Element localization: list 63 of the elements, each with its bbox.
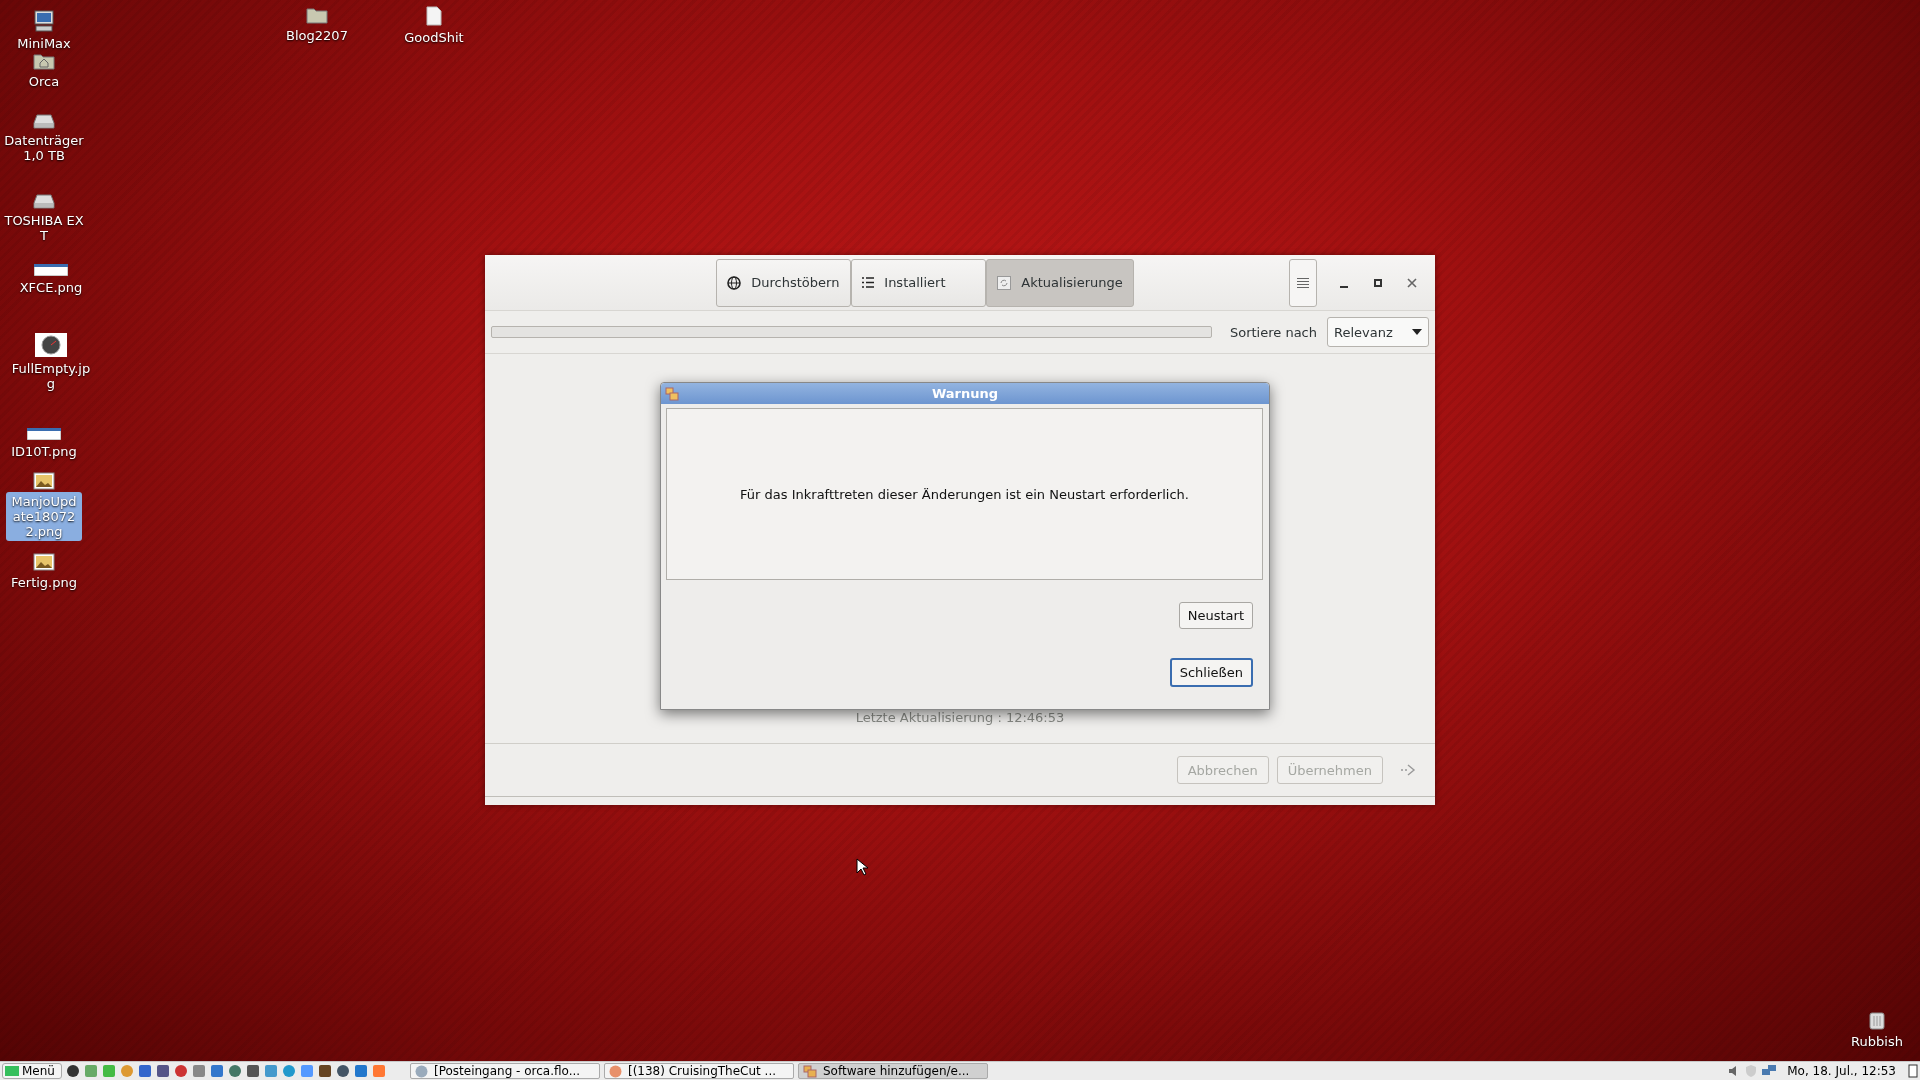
- taskbar-task[interactable]: Software hinzufügen/e...: [797, 1063, 988, 1079]
- last-update-text: Letzte Aktualisierung : 12:46:53: [855, 710, 1065, 725]
- input-field[interactable]: [491, 326, 1212, 338]
- list-icon: [862, 277, 875, 288]
- manjaro-logo-icon: [5, 1066, 19, 1076]
- desktop-icon-label[interactable]: TOSHIBA EXT: [1, 211, 87, 245]
- desktop-icon-label[interactable]: Blog2207: [274, 26, 360, 45]
- desktop-icon-label[interactable]: MiniMax: [1, 34, 87, 53]
- sort-label: Sortiere nach: [1229, 324, 1317, 340]
- arrow-icon: [1400, 763, 1416, 777]
- desktop-icon-label[interactable]: ID10T.png: [1, 442, 87, 461]
- screenshot-thumbnail-icon: [27, 428, 61, 440]
- globe-icon: [727, 275, 742, 290]
- document-icon: [426, 6, 442, 26]
- desktop-icon-label[interactable]: GoodShit: [391, 28, 477, 47]
- folder-icon: [306, 6, 328, 24]
- app-launcher-icon[interactable]: [155, 1064, 170, 1078]
- package-icon: [802, 1064, 817, 1078]
- refresh-icon: [997, 275, 1012, 290]
- dialog-button[interactable]: Neustart: [1178, 602, 1253, 630]
- dialog-title: Warnung: [930, 386, 1000, 401]
- sort-dropdown[interactable]: Relevanz: [1327, 317, 1429, 347]
- screenshot-thumbnail-icon: [34, 264, 68, 276]
- trash-icon: [1868, 1010, 1886, 1030]
- taskbar-task[interactable]: [(138) CruisingTheCut ...: [603, 1063, 794, 1079]
- menu-button[interactable]: [1289, 258, 1317, 307]
- clock: Mo, 18. Jul., 12:53: [1787, 1064, 1896, 1078]
- window-icon: [665, 386, 679, 401]
- dialog-message: Für das Inkrafttreten dieser Änderungen ist ein Neustart erforderlich.: [740, 486, 1189, 502]
- tab[interactable]: Installiert: [851, 258, 987, 307]
- app-launcher-icon[interactable]: [137, 1064, 152, 1078]
- image-icon: [33, 472, 55, 490]
- computer-icon: [33, 10, 55, 32]
- desktop-icon-label[interactable]: XFCE.png: [8, 278, 94, 297]
- taskbar-task[interactable]: [Posteingang - orca.flo...: [409, 1063, 600, 1079]
- desktop-icon-label[interactable]: Fertig.png: [1, 573, 87, 592]
- minimize-icon: [1339, 285, 1349, 288]
- start-menu-button[interactable]: Menü: [2, 1063, 62, 1079]
- desktop-icon-label[interactable]: Datenträger 1,0 TB: [1, 131, 87, 165]
- hard-drive-icon: [33, 193, 55, 209]
- desktop-icon-label[interactable]: Rubbish: [1834, 1032, 1920, 1051]
- dialog-button[interactable]: Schließen: [1169, 657, 1253, 687]
- network-icon: [1761, 1064, 1778, 1078]
- menu-icon: [1296, 276, 1310, 289]
- app-launcher-icon[interactable]: [335, 1064, 350, 1078]
- app-launcher-icon[interactable]: [317, 1064, 332, 1078]
- tab[interactable]: Aktualisierunge: [986, 258, 1134, 307]
- mouse-cursor-icon: [856, 858, 868, 876]
- mail-app-icon: [414, 1064, 428, 1078]
- maximize-icon: [1373, 277, 1383, 288]
- app-launcher-icon[interactable]: [65, 1064, 80, 1078]
- hard-drive-icon: [33, 113, 55, 129]
- image-icon: [33, 553, 55, 571]
- desktop-icon-label[interactable]: FullEmpty.jpg: [8, 359, 94, 393]
- desktop-icon-label[interactable]: Orca: [1, 72, 87, 91]
- browser-icon: [608, 1064, 622, 1078]
- tab[interactable]: Durchstöbern: [716, 258, 852, 307]
- show-desktop-icon[interactable]: [1908, 1064, 1918, 1078]
- home-folder-icon: [33, 52, 55, 70]
- app-launcher-icon[interactable]: [245, 1064, 260, 1078]
- close-icon: [1407, 277, 1417, 288]
- caret-icon: [1412, 329, 1422, 335]
- gauge-thumbnail-icon: [35, 333, 67, 357]
